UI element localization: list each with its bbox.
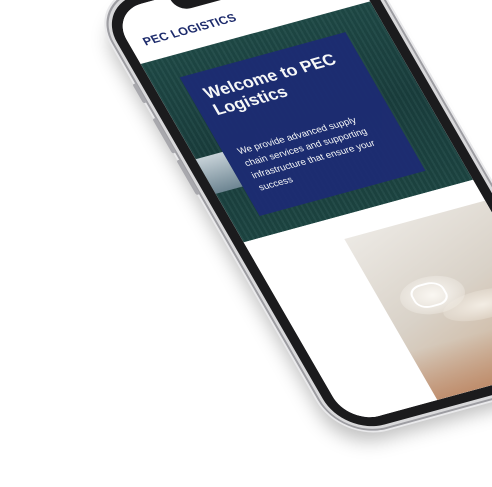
hero-title: Welcome to PEC Logistics xyxy=(200,50,340,119)
phone-mockup: PEC LOGISTICS Welcome to PEC Logistics W… xyxy=(96,0,492,436)
mute-switch xyxy=(132,83,148,104)
volume-up-button xyxy=(152,117,177,154)
photo-wood-surface xyxy=(409,313,492,401)
phone-body: PEC LOGISTICS Welcome to PEC Logistics W… xyxy=(96,0,492,436)
hero-description: We provide advanced supply chain service… xyxy=(235,115,378,194)
product-photo xyxy=(344,200,492,401)
volume-down-button xyxy=(176,159,201,196)
phone-screen: PEC LOGISTICS Welcome to PEC Logistics W… xyxy=(110,0,492,425)
